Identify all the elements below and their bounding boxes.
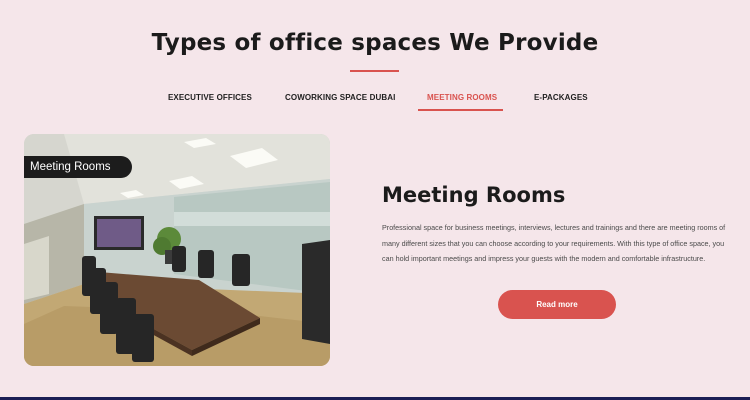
read-more-button[interactable]: Read more xyxy=(498,290,616,319)
tab-bar: EXECUTIVE OFFICES COWORKING SPACE DUBAI … xyxy=(0,93,750,113)
tab-meeting-rooms[interactable]: MEETING ROOMS xyxy=(427,93,497,102)
tab-executive-offices[interactable]: EXECUTIVE OFFICES xyxy=(168,93,252,102)
title-underline xyxy=(350,70,399,72)
tab-e-packages[interactable]: E-PACKAGES xyxy=(534,93,588,102)
office-spaces-section: Types of office spaces We Provide EXECUT… xyxy=(0,0,750,400)
panel-heading: Meeting Rooms xyxy=(382,183,566,207)
section-title: Types of office spaces We Provide xyxy=(151,30,599,56)
tab-active-indicator xyxy=(418,109,503,111)
meeting-room-photo: Meeting Rooms xyxy=(24,134,330,366)
tab-coworking-space-dubai[interactable]: COWORKING SPACE DUBAI xyxy=(285,93,395,102)
photo-caption-tag: Meeting Rooms xyxy=(24,156,132,178)
panel-description: Professional space for business meetings… xyxy=(382,223,726,263)
